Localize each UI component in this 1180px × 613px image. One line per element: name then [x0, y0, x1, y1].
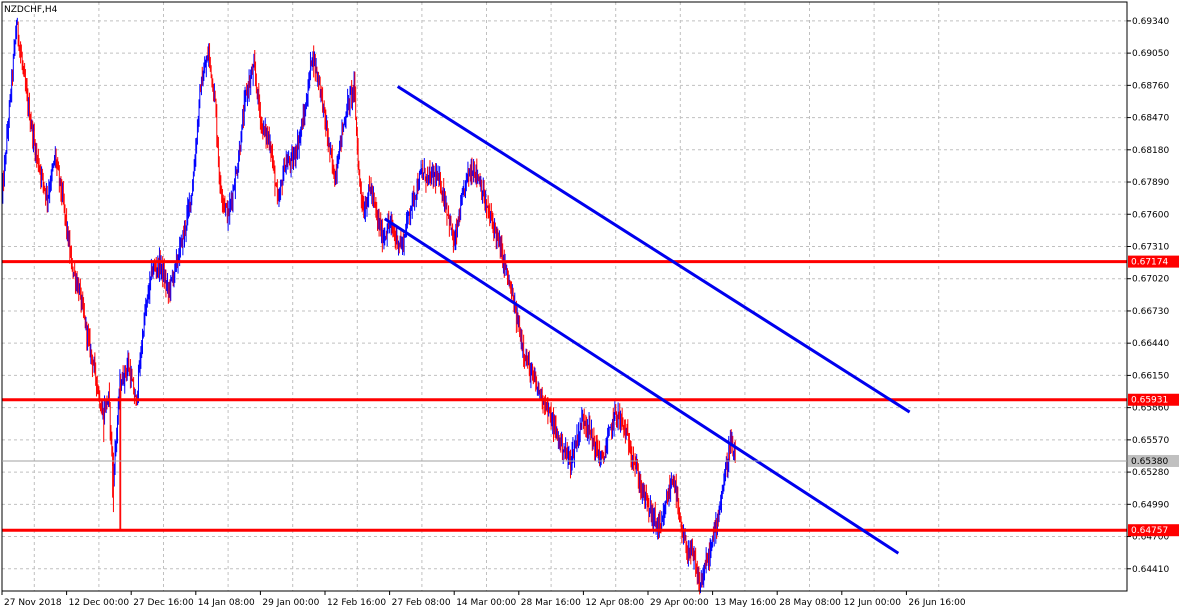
chart-background — [0, 0, 1180, 613]
x-tick-label: 27 Feb 08:00 — [392, 598, 451, 608]
y-tick-label: 0.64990 — [1132, 500, 1169, 510]
x-tick-label: 26 Jun 16:00 — [908, 598, 965, 608]
symbol-label: NZDCHF,H4 — [4, 5, 58, 15]
y-tick-label: 0.68470 — [1132, 114, 1169, 124]
x-tick-label: 27 Nov 2018 — [4, 598, 62, 608]
y-tick-label: 0.65570 — [1132, 436, 1169, 446]
y-tick-label: 0.67310 — [1132, 242, 1169, 252]
x-tick-label: 12 Dec 00:00 — [69, 598, 130, 608]
level-price-label: 0.65931 — [1131, 396, 1168, 406]
x-tick-label: 27 Dec 16:00 — [133, 598, 194, 608]
y-tick-label: 0.69050 — [1132, 49, 1169, 59]
x-tick-label: 29 Apr 00:00 — [650, 598, 709, 608]
x-tick-label: 12 Feb 16:00 — [327, 598, 386, 608]
x-tick-label: 28 Mar 16:00 — [521, 598, 581, 608]
current-price-label: 0.65380 — [1131, 457, 1168, 467]
y-tick-label: 0.66440 — [1132, 339, 1169, 349]
x-tick-label: 13 May 16:00 — [715, 598, 777, 608]
price-chart[interactable]: 0.69340 0.69050 0.68760 0.68470 0.68180 0.678… — [0, 0, 1180, 613]
y-tick-label: 0.64410 — [1132, 565, 1169, 575]
x-tick-label: 12 Apr 08:00 — [585, 598, 644, 608]
y-tick-label: 0.66150 — [1132, 371, 1169, 381]
y-tick-label: 0.67890 — [1132, 178, 1169, 188]
level-price-label: 0.67174 — [1131, 258, 1168, 268]
level-price-label: 0.64757 — [1131, 526, 1168, 536]
x-tick-label: 12 Jun 00:00 — [844, 598, 901, 608]
y-tick-label: 0.66730 — [1132, 307, 1169, 317]
x-tick-label: 14 Mar 00:00 — [456, 598, 516, 608]
y-tick-label: 0.67600 — [1132, 210, 1169, 220]
y-tick-label: 0.68180 — [1132, 146, 1169, 156]
x-tick-label: 29 Jan 00:00 — [262, 598, 319, 608]
x-tick-label: 14 Jan 08:00 — [198, 598, 255, 608]
y-tick-label: 0.65280 — [1132, 468, 1169, 478]
x-tick-label: 28 May 08:00 — [779, 598, 841, 608]
y-tick-label: 0.67020 — [1132, 275, 1169, 285]
y-tick-label: 0.69340 — [1132, 17, 1169, 27]
y-tick-label: 0.68760 — [1132, 81, 1169, 91]
